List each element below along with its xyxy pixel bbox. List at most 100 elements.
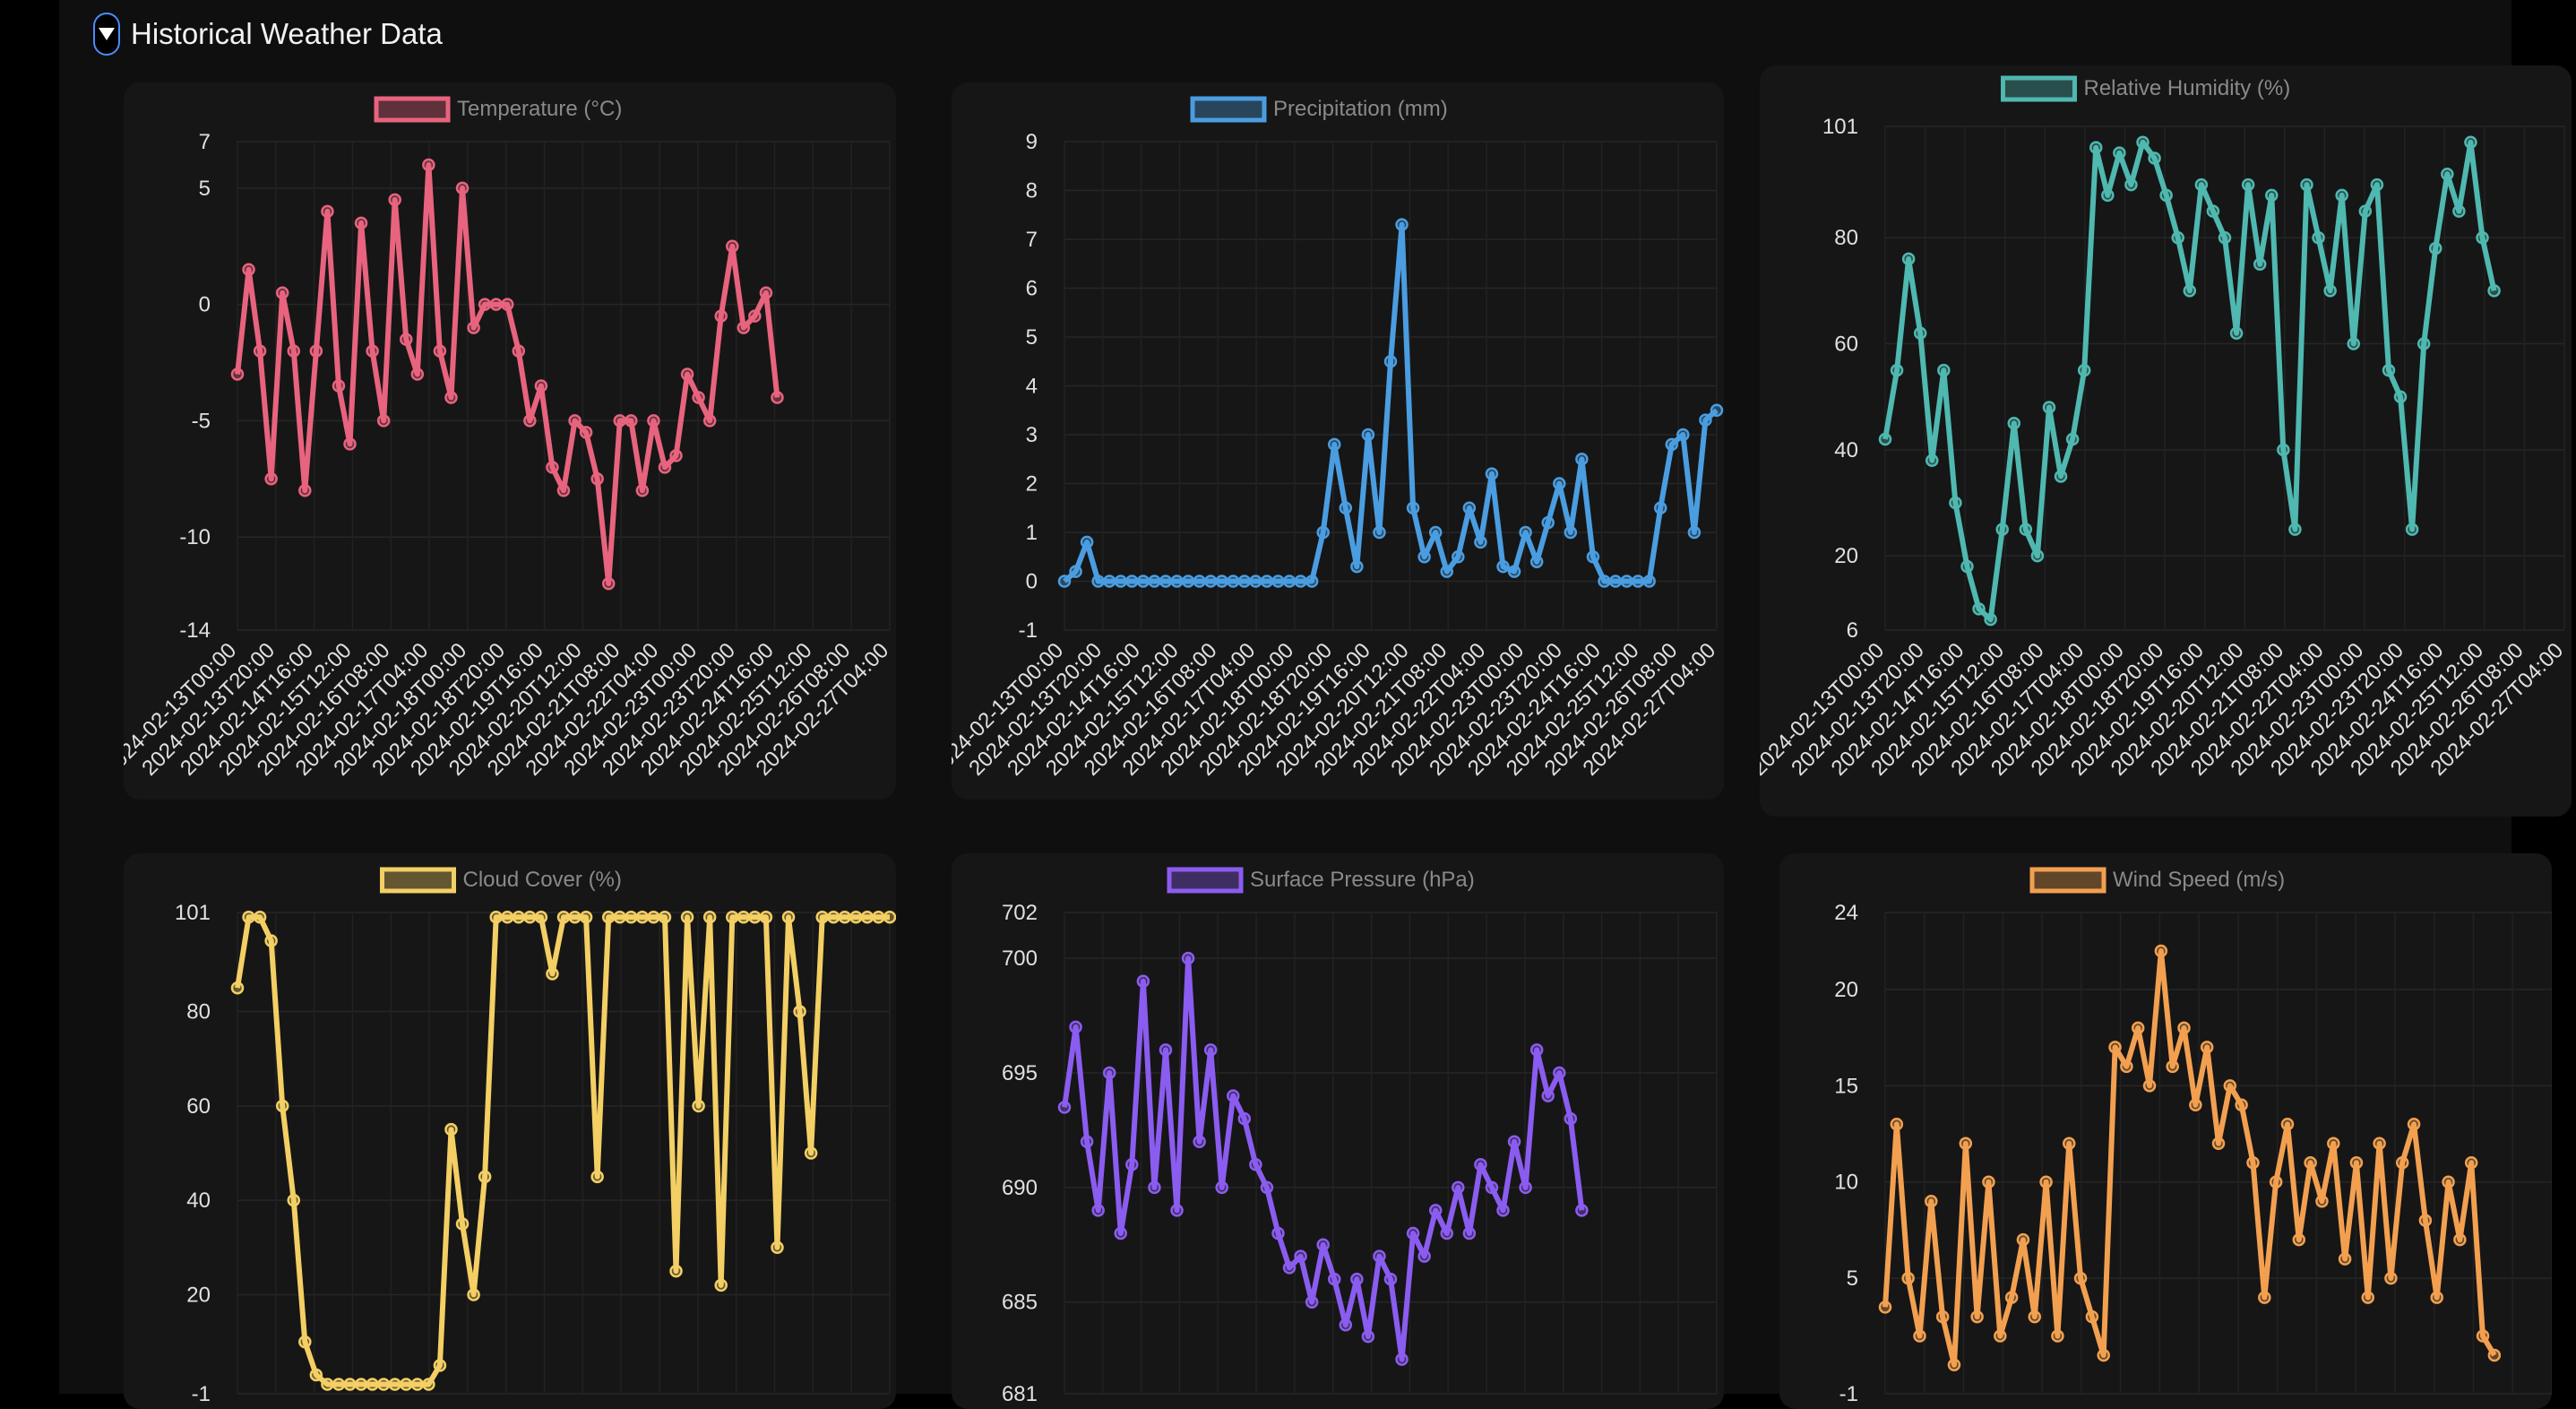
precipitation-data-point[interactable] — [1575, 453, 1589, 466]
humidity-data-point[interactable] — [1890, 363, 1904, 377]
cloudcover-data-point[interactable] — [422, 1378, 435, 1391]
precipitation-data-point[interactable] — [1440, 565, 1454, 578]
windspeed-data-point[interactable] — [2292, 1232, 2306, 1247]
pressure-data-point[interactable] — [1564, 1111, 1578, 1126]
humidity-data-point[interactable] — [2194, 177, 2209, 192]
pressure-data-point[interactable] — [1237, 1111, 1252, 1126]
humidity-data-point[interactable] — [2335, 188, 2348, 203]
windspeed-data-point[interactable] — [2200, 1041, 2214, 1054]
humidity-data-point[interactable] — [2148, 151, 2161, 165]
humidity-data-point[interactable] — [2370, 177, 2384, 192]
pressure-data-point[interactable] — [1496, 1204, 1510, 1217]
cloudcover-data-point[interactable] — [287, 1193, 301, 1207]
humidity-data-point[interactable] — [2206, 204, 2220, 218]
cloudcover-data-point[interactable] — [433, 1359, 447, 1372]
windspeed-data-point[interactable] — [2418, 1214, 2433, 1227]
temperature-data-point[interactable] — [309, 344, 323, 358]
windspeed-data-point[interactable] — [2304, 1155, 2317, 1170]
cloudcover-data-point[interactable] — [264, 934, 278, 947]
temperature-data-point[interactable] — [680, 367, 694, 381]
humidity-data-point[interactable] — [2229, 326, 2244, 340]
windspeed-data-point[interactable] — [2246, 1155, 2260, 1170]
cloudcover-data-point[interactable] — [692, 1099, 705, 1113]
windspeed-data-point[interactable] — [2189, 1098, 2202, 1112]
precipitation-legend[interactable]: Precipitation (mm) — [1190, 96, 1448, 123]
temperature-data-point[interactable] — [433, 344, 447, 358]
humidity-data-point[interactable] — [2464, 135, 2477, 149]
temperature-data-point[interactable] — [444, 391, 458, 404]
pressure-data-point[interactable] — [1519, 1180, 1532, 1195]
windspeed-data-point[interactable] — [2039, 1175, 2053, 1189]
humidity-data-point[interactable] — [2393, 390, 2408, 403]
pressure-data-point[interactable] — [1406, 1226, 1420, 1240]
cloudcover-data-point[interactable] — [748, 911, 762, 924]
cloudcover-data-point[interactable] — [230, 981, 245, 995]
humidity-data-point[interactable] — [2417, 337, 2431, 350]
pressure-data-point[interactable] — [1260, 1180, 1274, 1195]
windspeed-data-point[interactable] — [2051, 1329, 2064, 1343]
windspeed-data-point[interactable] — [1970, 1310, 1984, 1324]
temperature-data-point[interactable] — [478, 298, 492, 311]
windspeed-data-point[interactable] — [2235, 1098, 2248, 1112]
windspeed-data-point[interactable] — [2097, 1348, 2110, 1362]
windspeed-data-point[interactable] — [2338, 1252, 2352, 1266]
temperature-data-point[interactable] — [512, 344, 526, 358]
windspeed-data-point[interactable] — [2016, 1232, 2030, 1247]
pressure-data-point[interactable] — [1215, 1180, 1228, 1195]
cloudcover-data-point[interactable] — [410, 1378, 425, 1391]
precipitation-data-point[interactable] — [1620, 575, 1633, 588]
humidity-data-point[interactable] — [2277, 443, 2290, 457]
windspeed-data-point[interactable] — [2085, 1310, 2099, 1324]
temperature-data-point[interactable] — [692, 391, 705, 404]
pressure-data-point[interactable] — [1553, 1066, 1566, 1080]
cloudcover-data-point[interactable] — [702, 911, 717, 924]
cloudcover-data-point[interactable] — [478, 1170, 492, 1184]
precipitation-data-point[interactable] — [1170, 575, 1184, 588]
humidity-data-point[interactable] — [1972, 602, 1986, 616]
cloudcover-data-point[interactable] — [556, 911, 571, 924]
cloudcover-data-point[interactable] — [647, 911, 660, 924]
humidity-data-point[interactable] — [2171, 230, 2184, 245]
cloudcover-data-point[interactable] — [321, 1378, 334, 1391]
humidity-data-point[interactable] — [2441, 167, 2454, 181]
windspeed-data-point[interactable] — [2108, 1041, 2122, 1054]
humidity-data-point[interactable] — [1901, 252, 1916, 266]
temperature-data-point[interactable] — [275, 286, 289, 299]
cloudcover-data-point[interactable] — [343, 1378, 357, 1391]
pressure-data-point[interactable] — [1057, 1101, 1072, 1114]
windspeed-data-point[interactable] — [2327, 1137, 2340, 1151]
precipitation-data-point[interactable] — [1114, 575, 1128, 588]
precipitation-data-point[interactable] — [1148, 575, 1161, 588]
cloudcover-data-point[interactable] — [512, 911, 526, 924]
cloudcover-data-point[interactable] — [366, 1378, 379, 1391]
humidity-data-point[interactable] — [1960, 559, 1974, 574]
precipitation-data-point[interactable] — [1406, 501, 1420, 514]
cloudcover-data-point[interactable] — [455, 1217, 470, 1231]
precipitation-data-point[interactable] — [1428, 525, 1443, 540]
pressure-data-point[interactable] — [1316, 1238, 1330, 1252]
humidity-data-point[interactable] — [1984, 612, 1997, 627]
precipitation-data-point[interactable] — [1091, 575, 1105, 588]
humidity-data-point[interactable] — [2241, 177, 2255, 192]
triangle-down-icon[interactable] — [93, 13, 120, 56]
humidity-data-point[interactable] — [2405, 523, 2419, 536]
precipitation-data-point[interactable] — [1541, 515, 1555, 530]
cloudcover-data-point[interactable] — [500, 911, 514, 924]
windspeed-data-point[interactable] — [2154, 944, 2168, 958]
cloudcover-data-point[interactable] — [523, 911, 537, 924]
temperature-data-point[interactable] — [287, 344, 301, 358]
windspeed-data-point[interactable] — [2487, 1348, 2502, 1362]
precipitation-data-point[interactable] — [1102, 575, 1116, 588]
cloudcover-data-point[interactable] — [354, 1378, 368, 1391]
precipitation-data-point[interactable] — [1586, 550, 1600, 564]
precipitation-data-point[interactable] — [1687, 525, 1702, 540]
windspeed-data-point[interactable] — [2361, 1291, 2375, 1304]
windspeed-data-point[interactable] — [1959, 1137, 1973, 1151]
precipitation-data-point[interactable] — [1057, 575, 1072, 588]
precipitation-data-point[interactable] — [1642, 575, 1656, 588]
temperature-data-point[interactable] — [748, 309, 762, 323]
temperature-data-point[interactable] — [388, 193, 401, 207]
cloudcover-data-point[interactable] — [275, 1099, 289, 1113]
temperature-data-point[interactable] — [579, 426, 593, 439]
windspeed-data-point[interactable] — [2269, 1175, 2283, 1189]
